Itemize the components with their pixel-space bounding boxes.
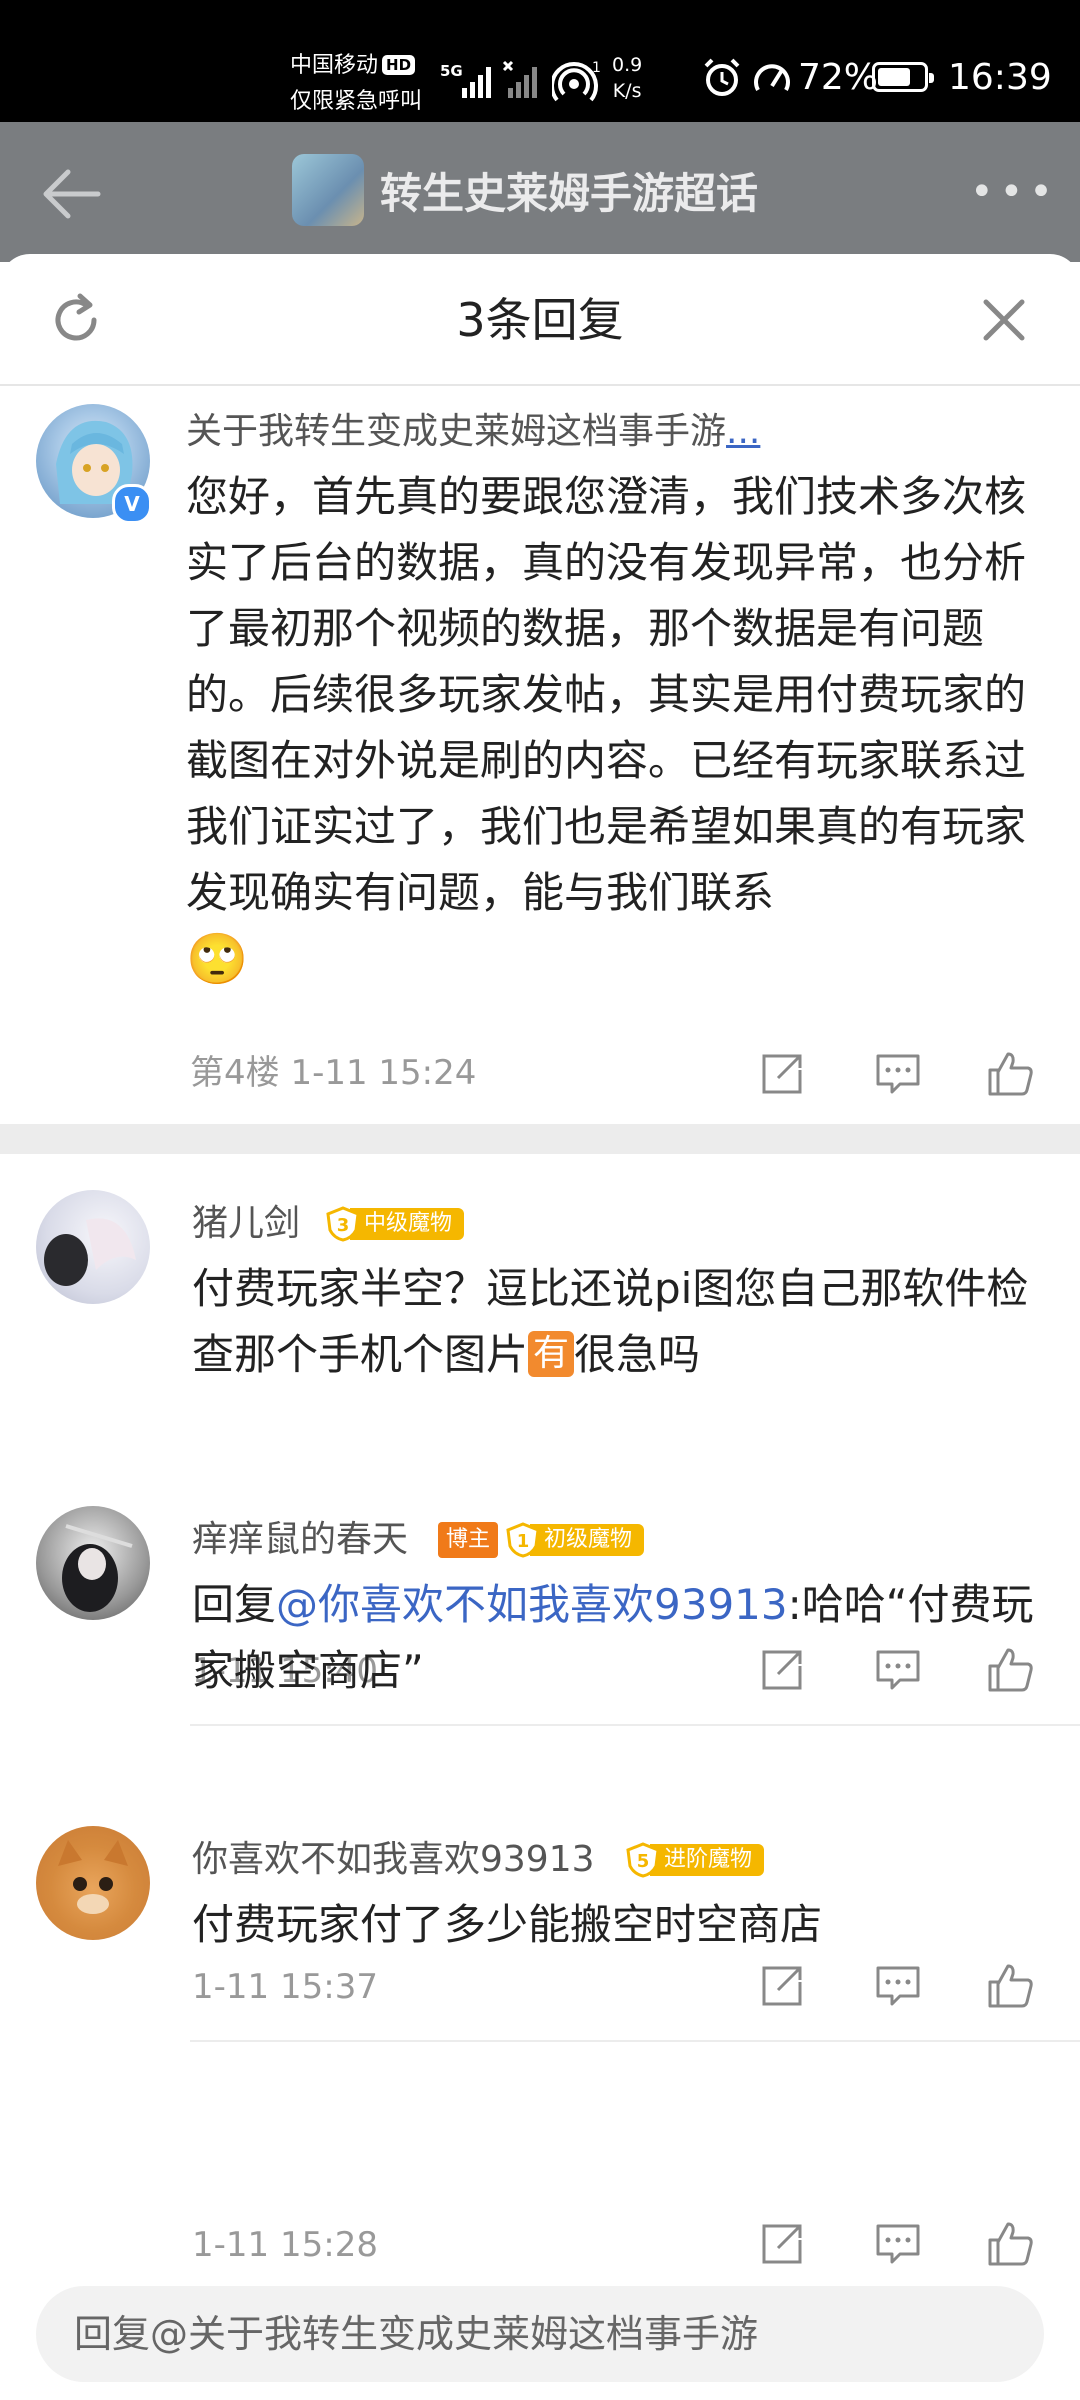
- verified-badge: V: [112, 484, 152, 524]
- repost-icon[interactable]: [758, 1050, 806, 1098]
- battery-fill: [878, 68, 910, 86]
- carrier-name: 中国移动: [290, 53, 379, 78]
- level-shield-icon: 1: [506, 1522, 540, 1558]
- level-badge: 5 进阶魔物: [626, 1842, 765, 1878]
- background-page-header: 转生史莱姆手游超话 •••: [0, 122, 1080, 262]
- sheet-header: 3条回复: [0, 254, 1080, 386]
- level-badge: 3 中级魔物: [326, 1206, 465, 1242]
- hd-badge: HD: [382, 55, 416, 75]
- emoji: 🙄: [186, 930, 249, 988]
- signal-5g-icon: 5G: [440, 62, 491, 98]
- reply-divider: [190, 1724, 1080, 1726]
- background-page-title: 转生史莱姆手游超话: [380, 168, 759, 218]
- alarm-icon: [704, 58, 740, 96]
- avatar-illustration: [58, 1840, 128, 1914]
- hotspot-icon: 1: [552, 60, 601, 102]
- signal-nosim-icon: [502, 60, 537, 98]
- avatar[interactable]: [36, 1190, 150, 1304]
- close-icon[interactable]: [978, 294, 1030, 346]
- topic-avatar: [292, 154, 364, 226]
- section-divider: [0, 1124, 1080, 1154]
- level-label: 进阶魔物: [650, 1844, 765, 1876]
- reply-username[interactable]: 猪儿剑: [192, 1200, 300, 1248]
- reply-input[interactable]: 回复@关于我转生变成史莱姆这档事手游: [36, 2286, 1044, 2382]
- reply-text: 付费玩家付了多少能搬空时空商店: [192, 1900, 823, 1949]
- like-icon[interactable]: [986, 1050, 1034, 1098]
- battery-icon: [872, 62, 934, 92]
- sheet-title: 3条回复: [456, 293, 624, 347]
- carrier-info: 中国移动 HD 仅限紧急呼叫: [290, 48, 422, 120]
- avatar-illustration: [44, 1218, 136, 1286]
- speed-value: 0.9: [612, 54, 643, 76]
- comment-icon[interactable]: [874, 1050, 922, 1098]
- username-ellipsis: ...: [726, 411, 761, 452]
- emergency-text: 仅限紧急呼叫: [290, 89, 423, 114]
- reply-item: 你喜欢不如我喜欢93913 5 进阶魔物 付费玩家付了多少能搬空时空商店: [0, 1826, 1080, 2026]
- host-badge: 博主: [438, 1522, 499, 1558]
- signal-5g-label: 5G: [440, 62, 463, 80]
- comment-icon[interactable]: [874, 2220, 922, 2268]
- avatar[interactable]: [36, 1506, 150, 1620]
- clock: 16:39: [948, 57, 1052, 98]
- reply-meta: 1-11 15:28: [192, 2225, 378, 2265]
- reply-input-placeholder: 回复@关于我转生变成史莱姆这档事手游: [74, 2312, 759, 2356]
- comment-meta: 第4楼 1-11 15:24: [190, 1053, 477, 1093]
- level-badge: 1 初级魔物: [506, 1522, 645, 1558]
- reply-item: 猪儿剑 3 中级魔物 付费玩家半空？逗比还说pi图您自己那软件检查那个手机个图片…: [0, 1190, 1080, 1450]
- status-bar: 中国移动 HD 仅限紧急呼叫 5G 1 0.9 K/s 72% 16:39: [0, 0, 1080, 122]
- avatar[interactable]: [36, 1826, 150, 1940]
- level-number: 5: [637, 1851, 650, 1872]
- reply-text: 回复@你喜欢不如我喜欢93913:哈哈“付费玩家搬空商店”: [192, 1580, 1034, 1695]
- reply-item: 痒痒鼠的春天 博主 1 初级魔物 回复@你喜欢不如我喜欢93913:哈哈“付费玩…: [0, 1506, 1080, 1706]
- network-speed: 0.9 K/s: [612, 52, 642, 104]
- back-arrow-icon[interactable]: [40, 162, 104, 226]
- level-number: 3: [337, 1215, 350, 1236]
- level-shield-icon: 5: [626, 1842, 660, 1878]
- comment-text: 您好，首先真的要跟您澄清，我们技术多次核实了后台的数据，真的没有发现异常，也分析…: [186, 472, 1027, 988]
- repost-icon[interactable]: [758, 2220, 806, 2268]
- avatar-illustration: [62, 1524, 133, 1612]
- comment-username[interactable]: 关于我转生变成史莱姆这档事手游...: [186, 408, 760, 456]
- level-label: 中级魔物: [350, 1208, 465, 1240]
- svg-text:1: 1: [592, 60, 601, 76]
- level-number: 1: [517, 1531, 530, 1552]
- reply-username[interactable]: 你喜欢不如我喜欢93913: [192, 1836, 595, 1884]
- level-label: 初级魔物: [530, 1524, 645, 1556]
- reply-text: 付费玩家半空？逗比还说pi图您自己那软件检查那个手机个图片有很急吗: [192, 1264, 1029, 1379]
- like-icon[interactable]: [986, 2220, 1034, 2268]
- reply-divider: [190, 2040, 1080, 2042]
- data-saver-icon: [754, 64, 790, 91]
- speed-unit: K/s: [612, 80, 642, 102]
- level-shield-icon: 3: [326, 1206, 360, 1242]
- main-comment: V 关于我转生变成史莱姆这档事手游... 您好，首先真的要跟您澄清，我们技术多次…: [0, 404, 1080, 988]
- background-title-group: 转生史莱姆手游超话: [292, 152, 758, 228]
- battery-percent: 72%: [798, 57, 879, 98]
- replies-sheet: 3条回复 V 关于我转生变成史莱姆这档事手游... 您好，首先真的要跟您澄清，我…: [0, 254, 1080, 2400]
- inline-tag: 有: [528, 1331, 575, 1377]
- mention-link[interactable]: @你喜欢不如我喜欢93913: [276, 1580, 788, 1629]
- reply-username[interactable]: 痒痒鼠的春天: [192, 1516, 408, 1564]
- more-icon[interactable]: •••: [970, 172, 1059, 212]
